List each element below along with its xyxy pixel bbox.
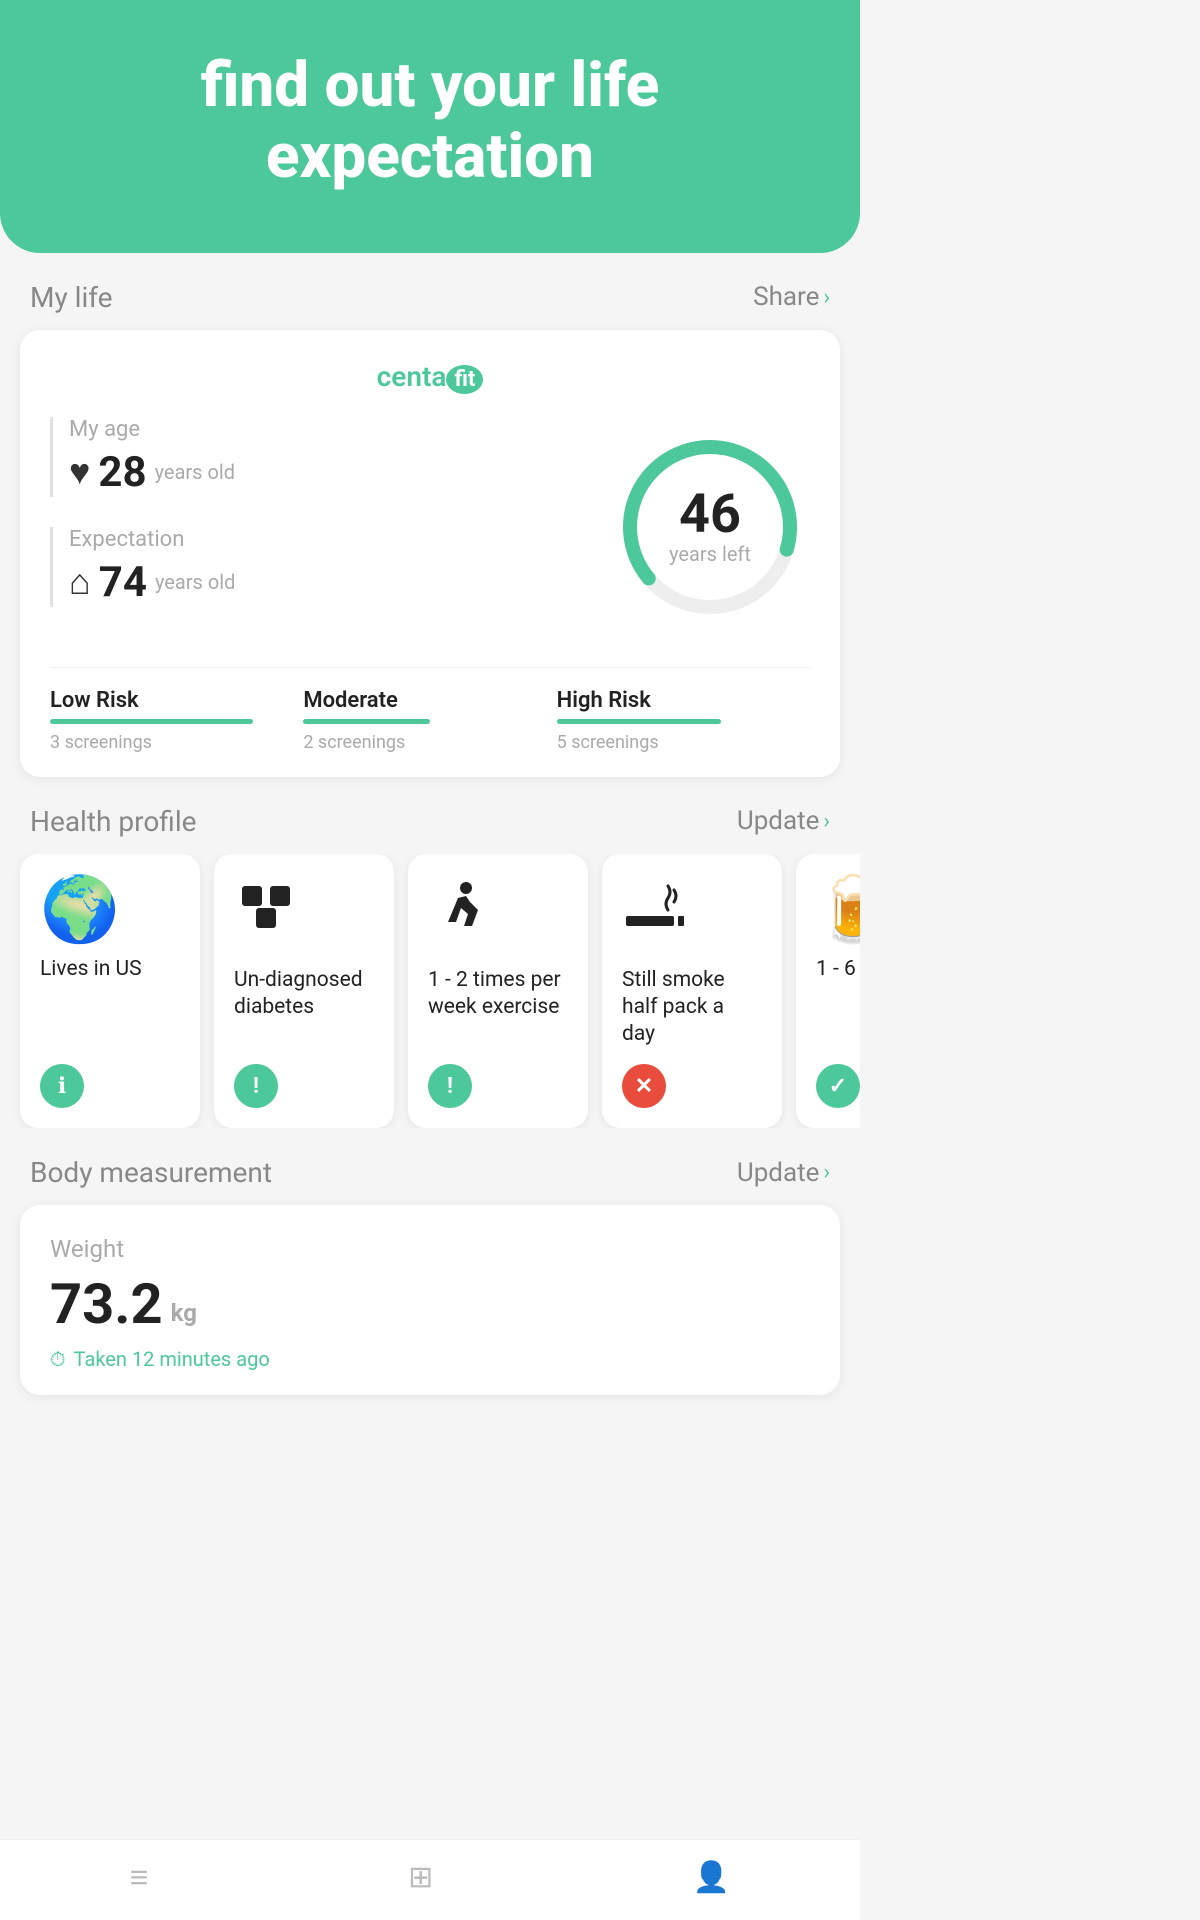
header: find out your life expectation — [0, 0, 860, 253]
drink-icon: 🍺 — [816, 878, 860, 942]
body-update-button[interactable]: Update › — [737, 1158, 830, 1188]
health-card-exercise[interactable]: 1 - 2 times per week exercise ! — [408, 854, 588, 1129]
profile-icon: 👤 — [693, 1860, 730, 1895]
my-life-label: My life — [30, 281, 113, 314]
bottom-nav: ≡ ⊞ 👤 — [0, 1839, 860, 1920]
clock-icon: ⏱ — [50, 1347, 66, 1371]
high-risk-bar — [557, 719, 722, 724]
share-button[interactable]: Share › — [753, 282, 830, 312]
health-card-location[interactable]: 🌍 Lives in US ℹ — [20, 854, 200, 1129]
nav-menu[interactable]: ≡ — [130, 1858, 149, 1896]
moderate-risk-count: 2 screenings — [303, 732, 556, 753]
health-card-smoking-text: Still smoke half pack a day — [622, 967, 762, 1049]
health-card-smoking[interactable]: Still smoke half pack a day ✕ — [602, 854, 782, 1129]
warning-badge-exercise: ! — [428, 1064, 472, 1108]
life-gauge: 46 years left — [610, 427, 810, 627]
gauge-center: 46 years left — [669, 488, 751, 566]
share-chevron-icon: › — [823, 285, 830, 310]
health-card-alcohol-text: 1 - 6 per w... — [816, 956, 860, 1049]
health-card-diabetes[interactable]: Un-diagnosed diabetes ! — [214, 854, 394, 1129]
moderate-risk-bar — [303, 719, 430, 724]
age-value: ♥ 28 years old — [69, 448, 610, 497]
health-card-alcohol[interactable]: 🍺 1 - 6 per w... ✓ — [796, 854, 860, 1129]
weight-value: 73.2 kg — [50, 1271, 810, 1337]
expectation-label: Expectation — [69, 527, 610, 552]
success-badge-alcohol: ✓ — [816, 1064, 860, 1108]
risk-row: Low Risk 3 screenings Moderate 2 screeni… — [50, 667, 810, 753]
expectation-value: ⌂ 74 years old — [69, 558, 610, 607]
health-card-location-text: Lives in US — [40, 956, 142, 1049]
high-risk-item: High Risk 5 screenings — [557, 688, 810, 753]
nav-profile[interactable]: 👤 — [693, 1860, 730, 1895]
weight-label: Weight — [50, 1235, 810, 1263]
my-life-section-header: My life Share › — [0, 253, 860, 330]
age-block: My age ♥ 28 years old — [50, 417, 610, 497]
smoking-icon — [622, 878, 686, 953]
health-profile-section-header: Health profile Update › — [0, 777, 860, 854]
low-risk-count: 3 screenings — [50, 732, 303, 753]
globe-icon: 🌍 — [40, 878, 120, 942]
grid-icon: ⊞ — [408, 1860, 433, 1895]
info-badge: ℹ — [40, 1064, 84, 1108]
logo-row: centafit — [50, 360, 810, 393]
card-content: My age ♥ 28 years old Expectation ⌂ 74 y… — [50, 417, 810, 637]
health-profile-label: Health profile — [30, 805, 196, 838]
boxes-icon — [234, 878, 298, 953]
health-update-button[interactable]: Update › — [737, 806, 830, 836]
high-risk-count: 5 screenings — [557, 732, 810, 753]
running-icon — [428, 878, 492, 953]
expectation-block: Expectation ⌂ 74 years old — [50, 527, 610, 607]
centafit-logo: centafit — [377, 360, 484, 393]
gauge-label: years left — [669, 542, 751, 566]
moderate-risk-item: Moderate 2 screenings — [303, 688, 556, 753]
health-card-exercise-text: 1 - 2 times per week exercise — [428, 967, 568, 1049]
taken-row: ⏱ Taken 12 minutes ago — [50, 1347, 810, 1371]
stats-left: My age ♥ 28 years old Expectation ⌂ 74 y… — [50, 417, 610, 637]
warning-badge-diabetes: ! — [234, 1064, 278, 1108]
low-risk-name: Low Risk — [50, 688, 303, 713]
nav-dashboard[interactable]: ⊞ — [408, 1860, 433, 1895]
body-measurement-section-header: Body measurement Update › — [0, 1128, 860, 1205]
health-update-chevron-icon: › — [823, 809, 830, 834]
error-badge-smoking: ✕ — [622, 1064, 666, 1108]
life-expectation-card: centafit My age ♥ 28 years old Expectati… — [20, 330, 840, 777]
age-label: My age — [69, 417, 610, 442]
menu-icon: ≡ — [130, 1858, 149, 1896]
low-risk-bar — [50, 719, 253, 724]
header-title: find out your life expectation — [30, 50, 830, 193]
health-card-diabetes-text: Un-diagnosed diabetes — [234, 967, 374, 1049]
health-cards-container: 🌍 Lives in US ℹ Un-diagnosed diabetes ! … — [0, 854, 860, 1129]
home-icon: ⌂ — [69, 561, 91, 603]
body-update-chevron-icon: › — [823, 1160, 830, 1185]
body-measurement-card: Weight 73.2 kg ⏱ Taken 12 minutes ago — [20, 1205, 840, 1395]
heart-icon: ♥ — [69, 451, 90, 493]
gauge-number: 46 — [669, 488, 751, 542]
low-risk-item: Low Risk 3 screenings — [50, 688, 303, 753]
high-risk-name: High Risk — [557, 688, 810, 713]
moderate-risk-name: Moderate — [303, 688, 556, 713]
body-measurement-label: Body measurement — [30, 1156, 272, 1189]
